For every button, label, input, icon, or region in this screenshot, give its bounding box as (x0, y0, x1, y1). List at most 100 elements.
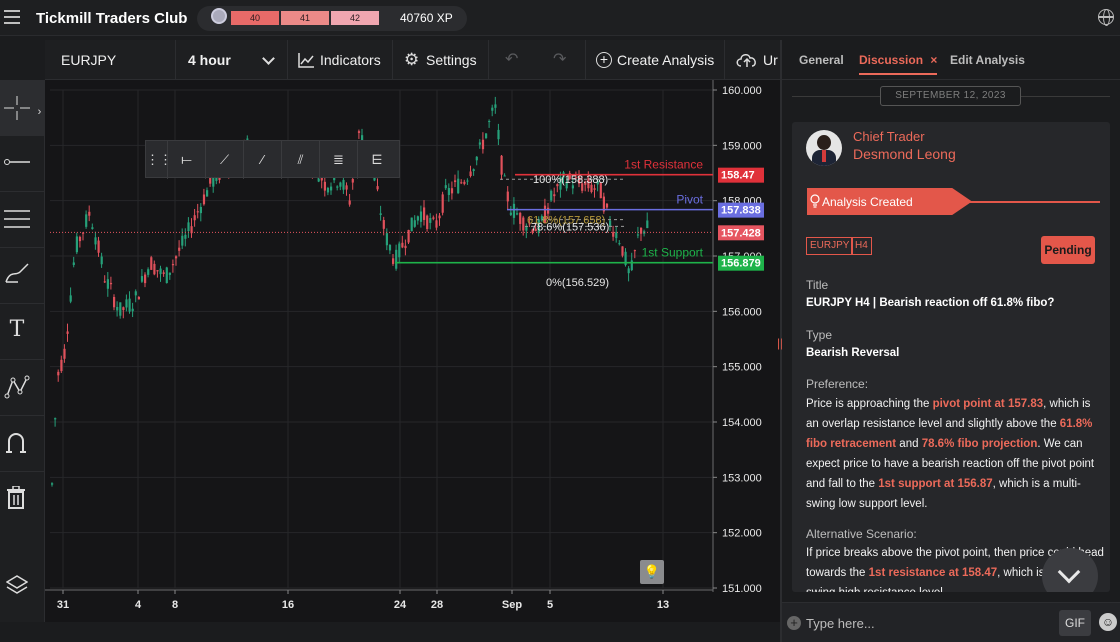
level-label: 1st Support (642, 246, 704, 260)
candle-body (491, 107, 494, 111)
candle-body (181, 235, 184, 246)
lightbulb-icon[interactable]: 💡 (640, 560, 664, 584)
fib-retracement-icon[interactable]: ≣ (320, 141, 358, 179)
text-icon: T (9, 317, 25, 342)
magnet-icon (6, 433, 26, 453)
tool-delete[interactable] (0, 472, 45, 528)
candle-body (419, 211, 423, 222)
tool-brush[interactable] (0, 248, 45, 304)
candle-body (612, 232, 615, 237)
tab-edit-analysis[interactable]: Edit Analysis (950, 53, 1025, 67)
candle-body (116, 306, 119, 311)
settings-button[interactable]: ⚙ Settings (393, 40, 489, 80)
y-tick-label: 154.000 (722, 417, 762, 429)
candle-body (342, 179, 345, 190)
tool-text[interactable]: T (0, 304, 45, 360)
candle-body (478, 142, 481, 145)
top-bar: Tickmill Traders Club 40 41 42 40760 XP (0, 0, 1120, 36)
candle-body (547, 207, 550, 214)
candle-body (144, 274, 147, 284)
preference-label: Preference: (806, 377, 869, 391)
candle-body (82, 232, 85, 234)
ray-tool-icon[interactable]: ⟝ (168, 141, 206, 179)
candle-body (57, 371, 60, 376)
candle-body (184, 234, 187, 239)
fib-label: 78.6%(157.536) (531, 221, 609, 233)
level-label: 1st Resistance (624, 158, 703, 172)
tool-horizontal-line[interactable] (0, 136, 45, 192)
extended-line-icon[interactable]: ∕ (244, 141, 282, 179)
fib-tool-icon[interactable]: ⫽ (282, 141, 320, 179)
close-icon[interactable]: × (930, 53, 937, 67)
type-label: Type (806, 328, 833, 342)
symbol-label[interactable]: EURJPY (45, 40, 176, 80)
create-analysis-button[interactable]: + Create Analysis (586, 40, 725, 80)
tool-pattern[interactable] (0, 360, 45, 416)
candle-body (392, 258, 395, 264)
tool-magnet[interactable] (0, 416, 45, 472)
candle-body (618, 243, 621, 245)
candle-body (193, 215, 196, 221)
gif-button[interactable]: GIF (1059, 610, 1091, 636)
price-tag-label: 157.838 (721, 205, 761, 217)
x-tick-label: 13 (657, 599, 669, 611)
brush-icon (5, 263, 29, 283)
globe-icon[interactable] (1098, 9, 1114, 26)
candle-body (454, 180, 457, 183)
indicators-button[interactable]: Indicators (288, 40, 393, 80)
cloud-upload-icon (736, 54, 756, 67)
candle-body (122, 307, 125, 311)
candle-body (385, 233, 388, 246)
candle-body (646, 220, 649, 229)
tool-parallel-channel[interactable] (0, 192, 45, 248)
trend-line-icon[interactable]: ⟋ (206, 141, 244, 179)
timeframe-select[interactable]: 4 hour (176, 40, 288, 80)
candle-body (94, 237, 97, 245)
candle-body (134, 291, 137, 296)
candle-body (326, 187, 330, 193)
candle-body (506, 191, 509, 202)
candle-body (206, 190, 209, 197)
tab-general[interactable]: General (799, 53, 844, 67)
create-analysis-label: Create Analysis (617, 52, 715, 68)
undo-icon[interactable]: ↶ (505, 40, 518, 80)
indicators-label: Indicators (320, 52, 381, 68)
candle-body (60, 359, 63, 372)
pending-badge[interactable]: Pending (1041, 236, 1095, 264)
candle-body (463, 181, 466, 184)
symbol-tag: EURJPY (806, 237, 854, 255)
candle-body (178, 247, 181, 251)
candle-body (500, 155, 503, 175)
redo-icon[interactable]: ↷ (553, 40, 566, 80)
candle-body (410, 217, 413, 232)
candle-body (633, 250, 636, 252)
candle-body (128, 298, 131, 312)
candle-body (466, 180, 469, 182)
add-attachment-icon[interactable]: + (787, 616, 801, 630)
drag-handle-icon[interactable]: ⋮⋮ (146, 141, 172, 179)
preference-text: Price is approaching the pivot point at … (806, 398, 1095, 510)
upload-button[interactable]: Ur (725, 40, 780, 80)
menu-icon[interactable] (4, 10, 20, 24)
fib-extension-icon[interactable]: ⋿ (358, 141, 396, 179)
candle-body (438, 215, 441, 219)
rank-badge-icon (211, 8, 227, 24)
layers-button[interactable] (0, 560, 45, 610)
candle-body (339, 182, 342, 187)
author-name[interactable]: Desmond Leong (853, 146, 956, 162)
upload-label: Ur (763, 52, 778, 68)
price-chart[interactable]: 160.000159.000158.000157.000156.000155.0… (45, 80, 780, 622)
tab-discussion[interactable]: Discussion × (859, 53, 937, 67)
candle-body (485, 133, 488, 139)
message-input[interactable] (806, 611, 1051, 635)
fib-label: 0%(156.529) (546, 277, 609, 289)
chevron-right-icon[interactable]: › (34, 98, 45, 126)
candle-body (147, 269, 150, 275)
candle-body (416, 216, 419, 221)
candle-body (441, 194, 444, 213)
emoji-icon[interactable]: ☺ (1099, 613, 1117, 631)
candle-body (376, 186, 379, 190)
x-tick-label: Sep (502, 599, 522, 611)
crosshair-icon (4, 96, 30, 120)
candle-body (100, 256, 103, 265)
